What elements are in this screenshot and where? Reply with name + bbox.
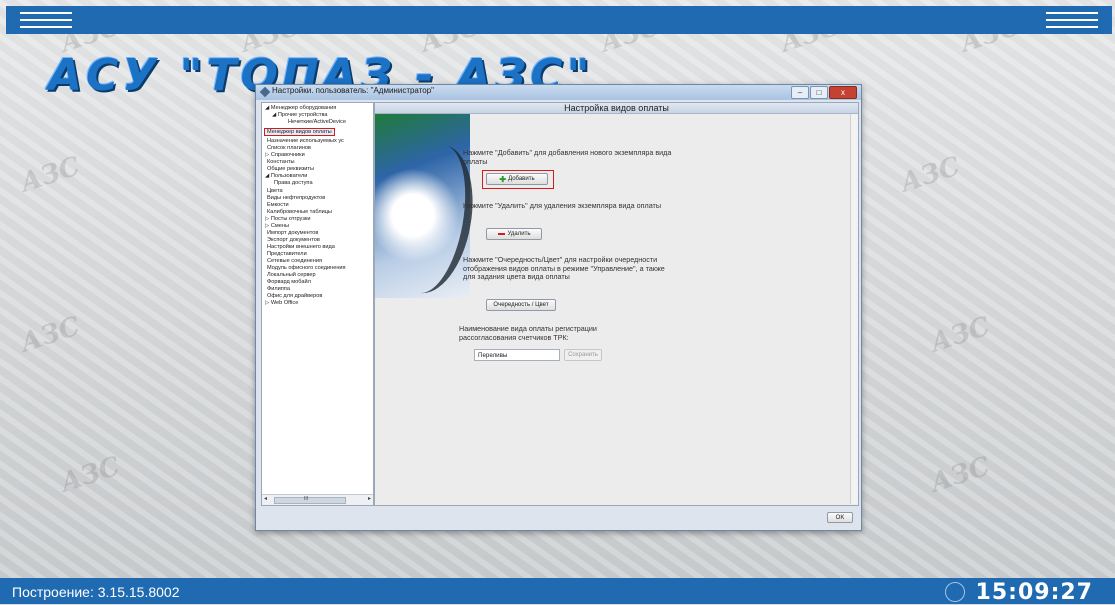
delete-hint: Нажмите "Удалить" для удаления экземпляр… [463,201,662,210]
menu-icon[interactable] [1046,12,1098,28]
tree-item[interactable]: Права доступа [274,180,313,186]
scroll-thumb[interactable] [274,497,346,504]
watermark: АЗС [926,311,994,359]
watermark: АЗС [16,311,84,359]
tree-item-payment-manager[interactable]: Менеджер видов оплаты [264,128,335,136]
app-icon [259,86,271,98]
maximize-button[interactable]: □ [810,86,828,99]
tree-item[interactable]: ◢ Пользователи [265,173,307,179]
minimize-button[interactable]: – [791,86,809,99]
tree-item[interactable]: Офис для драйверов [267,293,322,299]
close-button[interactable]: x [829,86,857,99]
tree-item[interactable]: Общие реквизиты [267,166,314,172]
watermark: АЗС [56,451,124,499]
tree-item[interactable]: Константы [267,159,295,165]
tree-item[interactable]: Калибровочные таблицы [267,209,332,215]
window-footer: OK [256,506,861,530]
ok-button[interactable]: OK [827,512,853,523]
scroll-right-icon[interactable]: ▸ [368,495,371,502]
tree-item[interactable]: Экспорт документов [267,237,320,243]
registration-label: Наименование вида оплаты регистрации рас… [459,324,597,342]
tree-item[interactable]: Виды нефтепродуктов [267,195,325,201]
watermark: АЗС [16,151,84,199]
add-button[interactable]: ✚ Добавить [486,173,548,185]
tree-item[interactable]: ◢ Менеджер оборудования [265,105,336,111]
tree-item[interactable]: Цвета [267,188,283,194]
scroll-left-icon[interactable]: ◂ [264,495,267,502]
settings-panel: Настройка видов оплаты Нажмите "Добавить… [374,102,859,506]
minus-icon [497,233,505,235]
tree-item[interactable]: Модуль офисного соединения [267,265,346,271]
tree-item[interactable]: Нечеткие/ActiveDevice [288,119,346,125]
tree-item[interactable]: ▷ Справочники [265,152,305,158]
add-hint: Нажмите "Добавить" для добавления нового… [463,148,672,166]
tree-item[interactable]: Представители [267,251,307,257]
tree-item[interactable]: Назначение используемых ус [267,138,344,144]
status-bar: Построение: 3.15.15.8002 15:09:27 [0,578,1115,605]
clock-icon [945,582,965,602]
tree-item[interactable]: Емкости [267,202,289,208]
top-bar [6,6,1112,34]
tree-item[interactable]: ◢ Прочие устройства [272,112,328,118]
tree-item[interactable]: Настройки внешнего вида [267,244,335,250]
panel-vertical-scrollbar[interactable] [850,114,858,504]
registration-payment-field[interactable]: Переливы [474,349,560,361]
settings-tree: ◢ Менеджер оборудования ◢ Прочие устройс… [261,102,374,506]
watermark: АЗС [896,151,964,199]
decorative-illustration [375,114,484,300]
tree-item[interactable]: ▷ Смены [265,223,289,229]
menu-icon[interactable] [20,12,72,28]
build-version: Построение: 3.15.15.8002 [12,584,180,600]
clock: 15:09:27 [975,580,1093,605]
tree-item[interactable]: Список плагинов [267,145,311,151]
tree-item[interactable]: Локальный сервер [267,272,316,278]
order-hint: Нажмите "Очередность/Цвет" для настройки… [463,255,665,281]
settings-window: Настройки. пользователь: "Администратор"… [255,84,862,531]
window-title: Настройки. пользователь: "Администратор" [272,86,435,95]
delete-button[interactable]: Удалить [486,228,542,240]
order-color-button[interactable]: Очередность / Цвет [486,299,556,311]
tree-item[interactable]: Импорт документов [267,230,318,236]
panel-title: Настройка видов оплаты [375,103,858,114]
tree-item[interactable]: ▷ Посты отгрузки [265,216,311,222]
tree-item[interactable]: Сетевые соединения [267,258,322,264]
tree-item[interactable]: Филиппа [267,286,290,292]
save-button[interactable]: Сохранить [564,349,602,361]
watermark: АЗС [926,451,994,499]
tree-horizontal-scrollbar[interactable]: ◂ III ▸ [262,494,373,505]
tree-item[interactable]: Форвард мобайл [267,279,311,285]
plus-icon: ✚ [499,174,507,184]
tree-item[interactable]: ▷ Web Office [265,300,298,306]
scroll-grip-icon: III [304,496,309,502]
window-titlebar[interactable]: Настройки. пользователь: "Администратор"… [256,85,861,100]
